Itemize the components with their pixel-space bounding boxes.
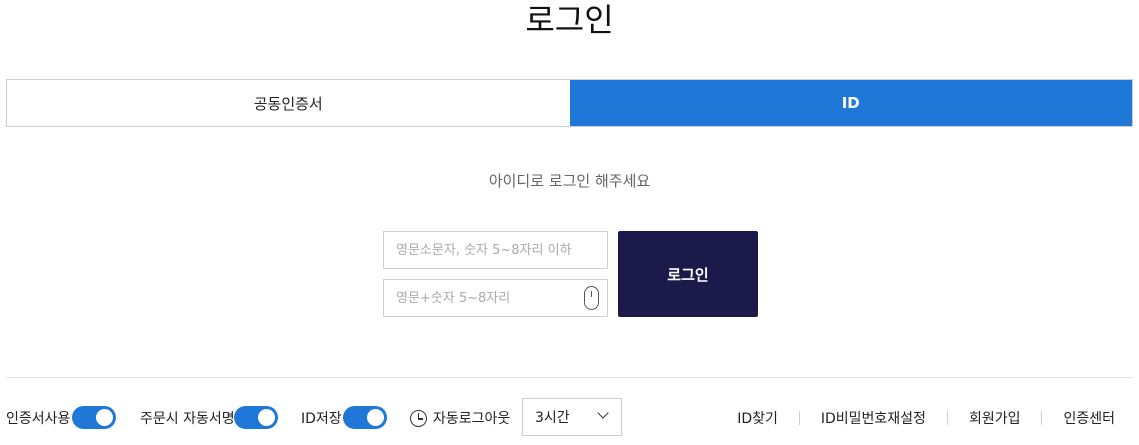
tab-certificate[interactable]: 공동인증서 <box>7 80 570 126</box>
login-button[interactable]: 로그인 <box>618 231 758 317</box>
find-id-link[interactable]: ID찾기 <box>716 408 799 428</box>
save-id-toggle[interactable] <box>343 406 387 429</box>
virtual-keyboard-mouse-icon[interactable] <box>584 286 599 310</box>
page-title: 로그인 <box>525 1 614 39</box>
auto-logout-label: 자동로그아웃 <box>433 411 511 427</box>
cert-use-label: 인증서사용 <box>6 411 71 427</box>
tab-id[interactable]: ID <box>569 80 1132 126</box>
clock-icon <box>410 410 427 427</box>
save-id-label: ID저장 <box>301 411 342 427</box>
id-input[interactable] <box>383 231 608 269</box>
cert-use-toggle[interactable] <box>72 406 116 429</box>
login-method-tabs: 공동인증서 ID <box>6 79 1133 127</box>
login-instruction: 아이디로 로그인 해주세요 <box>488 172 651 190</box>
auto-logout-selected: 3시간 <box>535 410 570 426</box>
order-auto-sign-label: 주문시 자동서명 <box>140 411 235 427</box>
signup-link[interactable]: 회원가입 <box>948 408 1042 428</box>
auth-center-link[interactable]: 인증센터 <box>1042 408 1133 428</box>
reset-password-link[interactable]: ID비밀번호재설정 <box>800 408 947 428</box>
order-auto-sign-toggle[interactable] <box>234 406 278 429</box>
auto-logout-select[interactable]: 3시간 <box>522 398 622 436</box>
password-input[interactable] <box>383 279 608 317</box>
footer-links: ID찾기 ID비밀번호재설정 회원가입 인증센터 <box>716 408 1133 428</box>
chevron-down-icon <box>597 407 609 419</box>
divider <box>6 377 1133 378</box>
